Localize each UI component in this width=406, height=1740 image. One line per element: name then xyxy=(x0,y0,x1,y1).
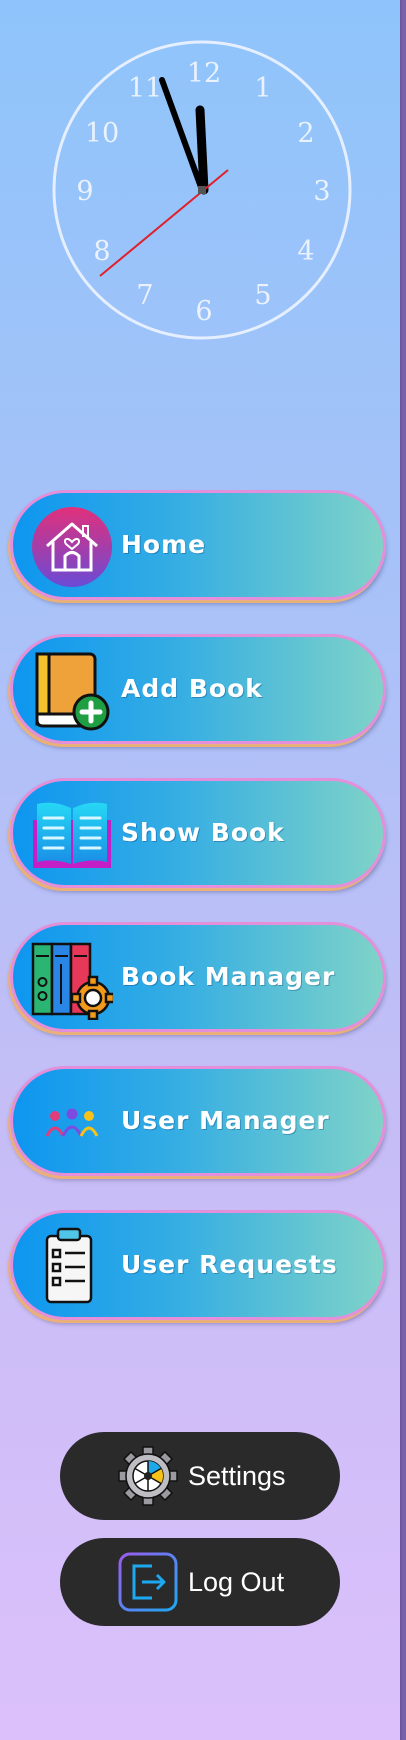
show-book-label: Show Book xyxy=(121,818,285,847)
add-book-icon xyxy=(35,652,110,731)
book-manager-button[interactable]: Book Manager xyxy=(10,922,386,1032)
home-label: Home xyxy=(121,530,207,559)
clock-center xyxy=(198,186,206,194)
clock-number: 1 xyxy=(254,73,271,104)
clock-number: 2 xyxy=(297,118,314,149)
minute-hand xyxy=(159,77,205,193)
user-requests-label: User Requests xyxy=(121,1250,338,1279)
home-button[interactable]: Home xyxy=(10,490,386,600)
clock-number: 12 xyxy=(187,58,221,89)
clock-number: 3 xyxy=(313,176,330,207)
logout-button[interactable]: Log Out xyxy=(60,1538,340,1626)
book-manager-label: Book Manager xyxy=(121,962,336,991)
add-book-label: Add Book xyxy=(121,674,263,703)
add-book-button[interactable]: Add Book xyxy=(10,634,386,744)
clock-number: 11 xyxy=(128,73,162,104)
house-icon xyxy=(32,507,112,587)
books-gear-icon xyxy=(31,942,113,1020)
clock-number: 10 xyxy=(85,118,119,149)
sidebar-panel: 12 1 2 3 4 5 6 7 8 9 10 11 Home Add Book… xyxy=(0,0,402,1740)
clock-number: 9 xyxy=(76,176,93,207)
open-book-icon xyxy=(33,802,111,868)
settings-label: Settings xyxy=(188,1461,286,1491)
user-requests-button[interactable]: User Requests xyxy=(10,1210,386,1320)
logout-icon xyxy=(118,1552,178,1612)
users-group-icon xyxy=(45,1108,99,1137)
clock-number: 8 xyxy=(93,236,110,267)
settings-button[interactable]: Settings xyxy=(60,1432,340,1520)
clock-number: 4 xyxy=(297,236,314,267)
gear-icon xyxy=(118,1446,178,1506)
user-manager-button[interactable]: User Manager xyxy=(10,1066,386,1176)
second-hand xyxy=(99,169,229,277)
analog-clock: 12 1 2 3 4 5 6 7 8 9 10 11 xyxy=(52,40,352,340)
user-manager-label: User Manager xyxy=(121,1106,330,1135)
logout-label: Log Out xyxy=(188,1567,285,1597)
hour-hand xyxy=(195,105,209,195)
clipboard-icon xyxy=(45,1227,93,1304)
show-book-button[interactable]: Show Book xyxy=(10,778,386,888)
clock-number: 7 xyxy=(136,280,153,311)
clock-number: 6 xyxy=(195,296,212,327)
clock-number: 5 xyxy=(254,280,271,311)
